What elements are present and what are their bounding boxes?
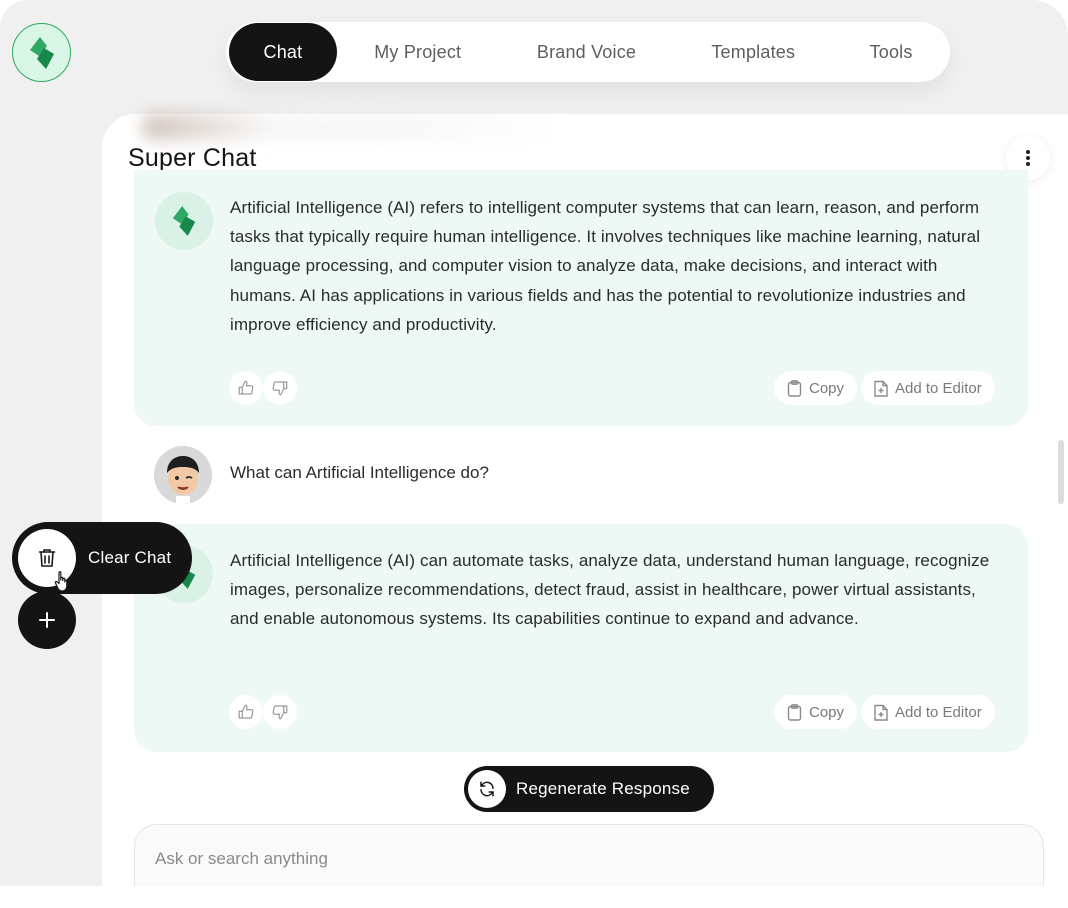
add-to-editor-button[interactable]: Add to Editor (861, 371, 995, 405)
thumbs-down-icon (272, 705, 288, 720)
ai-message: Artificial Intelligence (AI) can automat… (134, 524, 1028, 752)
refresh-icon (468, 770, 506, 808)
plus-icon (39, 612, 55, 628)
bolt-logo-icon (172, 206, 196, 236)
regenerate-response-button[interactable]: Regenerate Response (464, 766, 714, 812)
thumbs-down-icon (272, 381, 288, 396)
add-file-icon (874, 380, 888, 397)
copy-label: Copy (809, 703, 845, 721)
scrollbar[interactable] (1058, 440, 1064, 504)
thumbs-up-icon (238, 380, 254, 395)
thumbs-down-button[interactable] (263, 371, 297, 405)
message-text: Artificial Intelligence (AI) can automat… (230, 551, 990, 629)
copy-label: Copy (809, 379, 845, 397)
hand-cursor-icon (54, 571, 68, 592)
tab-brand-voice[interactable]: Brand Voice (499, 23, 675, 81)
user-message-text: What can Artificial Intelligence do? (230, 463, 489, 482)
add-to-editor-label: Add to Editor (895, 379, 982, 397)
clipboard-icon (787, 379, 802, 397)
app-frame: Chat My Project Brand Voice Templates To… (0, 0, 1068, 886)
add-file-icon (874, 704, 888, 721)
chat-input[interactable] (155, 845, 1015, 873)
page-bottom-margin (0, 886, 1068, 908)
user-message: What can Artificial Intelligence do? (154, 446, 1014, 504)
thumbs-up-button[interactable] (229, 695, 263, 729)
tab-chat[interactable]: Chat (229, 23, 337, 81)
logo[interactable] (12, 23, 71, 82)
add-to-editor-button[interactable]: Add to Editor (861, 695, 995, 729)
regenerate-label: Regenerate Response (516, 779, 690, 798)
tab-my-project[interactable]: My Project (337, 23, 499, 81)
page-title: Super Chat (128, 144, 257, 172)
thumbs-up-icon (238, 704, 254, 719)
bolt-logo-icon (29, 36, 54, 69)
tab-templates[interactable]: Templates (674, 23, 832, 81)
add-button[interactable] (18, 591, 76, 649)
clear-chat-button[interactable]: Clear Chat (12, 522, 192, 594)
chat-input-box (134, 824, 1044, 886)
top-nav: Chat My Project Brand Voice Templates To… (226, 22, 950, 82)
thumbs-up-button[interactable] (229, 371, 263, 405)
thumbs-down-button[interactable] (263, 695, 297, 729)
clipboard-icon (787, 703, 802, 721)
copy-button[interactable]: Copy (774, 695, 858, 729)
user-memoji-icon (154, 446, 212, 504)
blurred-header-background (142, 114, 562, 140)
user-avatar (154, 446, 212, 504)
ai-message: Artificial Intelligence (AI) refers to i… (134, 170, 1028, 426)
clear-chat-label: Clear Chat (88, 548, 172, 567)
add-to-editor-label: Add to Editor (895, 703, 982, 721)
message-text: Artificial Intelligence (AI) refers to i… (230, 198, 981, 334)
tab-tools[interactable]: Tools (832, 23, 950, 81)
ai-avatar (155, 192, 213, 250)
more-vertical-icon (1026, 150, 1030, 166)
copy-button[interactable]: Copy (774, 371, 858, 405)
